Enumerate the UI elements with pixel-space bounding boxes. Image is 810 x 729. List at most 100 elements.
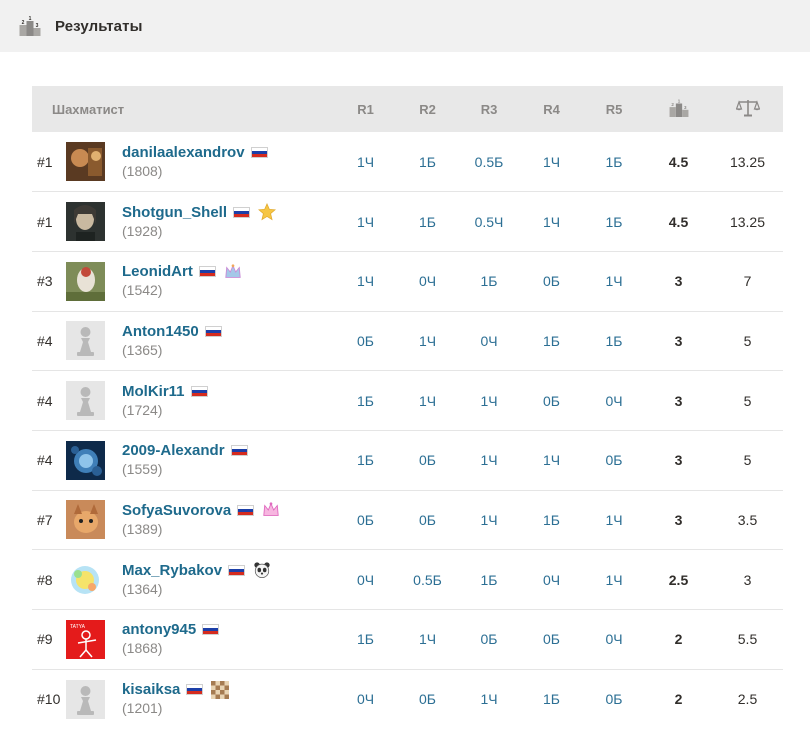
player-cell: 2009-Alexandr (1559) — [66, 430, 334, 490]
round-3-result[interactable]: 0Ч — [458, 311, 520, 371]
round-3-result[interactable]: 1Ч — [458, 490, 520, 550]
round-1-result[interactable]: 1Ч — [334, 192, 397, 252]
column-header-r4[interactable]: R4 — [520, 86, 583, 132]
round-2-result[interactable]: 0Б — [397, 490, 458, 550]
round-4-result[interactable]: 1Б — [520, 669, 583, 729]
round-3-result[interactable]: 0.5Ч — [458, 192, 520, 252]
russia-flag-icon[interactable] — [198, 266, 216, 278]
round-2-result[interactable]: 1Ч — [397, 610, 458, 670]
player-name-link[interactable]: Max_Rybakov — [122, 561, 222, 580]
tiebreak-score: 2.5 — [737, 691, 758, 708]
crown-icon[interactable] — [224, 263, 242, 281]
round-3-result[interactable]: 1Ч — [458, 669, 520, 729]
table-row: #7 SofyaSuvorova (1389) 0Б 0Б 1Ч 1Б 1Ч 3 3.5 — [32, 490, 783, 550]
player-name-link[interactable]: LeonidArt — [122, 262, 193, 281]
player-name-link[interactable]: antony945 — [122, 620, 196, 639]
russia-flag-icon[interactable] — [233, 206, 250, 218]
russia-flag-icon[interactable] — [230, 445, 248, 457]
round-4-result[interactable]: 1Ч — [520, 132, 583, 192]
round-5-result[interactable]: 0Б — [583, 430, 645, 490]
russia-flag-icon[interactable] — [250, 146, 268, 158]
column-header-score[interactable]: 1 2 3 — [645, 86, 712, 132]
pawn-avatar[interactable] — [66, 381, 105, 421]
pawn-avatar[interactable] — [66, 679, 105, 719]
round-1-result[interactable]: 1Б — [334, 371, 397, 431]
round-2-result[interactable]: 0.5Б — [397, 550, 458, 610]
column-header-r3[interactable]: R3 — [458, 86, 520, 132]
round-3-result[interactable]: 0Б — [458, 610, 520, 670]
player-name-link[interactable]: danilaalexandrov — [122, 143, 245, 162]
round-5-result[interactable]: 0Б — [583, 669, 645, 729]
round-5-result[interactable]: 1Ч — [583, 550, 645, 610]
round-1-result[interactable]: 1Б — [334, 430, 397, 490]
round-1-result[interactable]: 0Б — [334, 490, 397, 550]
photo-avatar[interactable] — [66, 440, 105, 480]
russia-flag-icon[interactable] — [186, 684, 204, 696]
column-header-r5[interactable]: R5 — [583, 86, 645, 132]
round-3-result[interactable]: 1Ч — [458, 430, 520, 490]
round-4-result[interactable]: 0Б — [520, 610, 583, 670]
player-name-link[interactable]: SofyaSuvorova — [122, 501, 231, 520]
svg-text:3: 3 — [36, 23, 39, 29]
round-5-result[interactable]: 1Ч — [583, 490, 645, 550]
round-1-result[interactable]: 1Б — [334, 610, 397, 670]
round-4-result[interactable]: 0Ч — [520, 550, 583, 610]
player-name-link[interactable]: MolKir11 — [122, 382, 185, 401]
panda-icon[interactable] — [253, 561, 271, 579]
round-2-result[interactable]: 1Ч — [397, 311, 458, 371]
russia-flag-icon[interactable] — [202, 624, 220, 636]
round-4-result[interactable]: 0Б — [520, 251, 583, 311]
column-header-r1[interactable]: R1 — [334, 86, 397, 132]
chessboard-icon[interactable] — [211, 680, 230, 699]
round-5-result[interactable]: 1Б — [583, 311, 645, 371]
round-2-result[interactable]: 1Б — [397, 132, 458, 192]
photo-avatar[interactable]: TATYA — [66, 619, 105, 659]
column-header-r2[interactable]: R2 — [397, 86, 458, 132]
player-name-link[interactable]: Anton1450 — [122, 322, 199, 341]
table-row: #4 Anton1450 (1365) 0Б 1Ч 0Ч 1Б 1Б 3 5 — [32, 311, 783, 371]
photo-avatar[interactable] — [66, 500, 105, 540]
total-score: 4.5 — [668, 213, 689, 230]
round-5-result[interactable]: 1Б — [583, 132, 645, 192]
round-4-result[interactable]: 0Б — [520, 371, 583, 431]
photo-avatar[interactable] — [66, 202, 105, 242]
round-4-result[interactable]: 1Б — [520, 311, 583, 371]
round-2-result[interactable]: 0Ч — [397, 251, 458, 311]
round-2-result[interactable]: 0Б — [397, 430, 458, 490]
round-3-result[interactable]: 1Б — [458, 550, 520, 610]
total-score: 3 — [674, 452, 683, 469]
round-5-result[interactable]: 1Ч — [583, 251, 645, 311]
player-name-link[interactable]: Shotgun_Shell — [122, 203, 227, 222]
photo-avatar[interactable] — [66, 142, 105, 182]
russia-flag-icon[interactable] — [237, 504, 255, 516]
round-4-result[interactable]: 1Б — [520, 490, 583, 550]
column-header-tiebreak[interactable] — [712, 86, 783, 132]
player-name-link[interactable]: 2009-Alexandr — [122, 441, 225, 460]
round-4-result[interactable]: 1Ч — [520, 430, 583, 490]
round-1-result[interactable]: 0Ч — [334, 550, 397, 610]
round-2-result[interactable]: 1Б — [397, 192, 458, 252]
round-3-result[interactable]: 0.5Б — [458, 132, 520, 192]
column-header-player[interactable]: Шахматист — [32, 86, 334, 132]
star-icon[interactable] — [258, 203, 276, 221]
russia-flag-icon[interactable] — [190, 385, 208, 397]
round-5-result[interactable]: 0Ч — [583, 371, 645, 431]
crown-pink-icon[interactable] — [262, 501, 280, 519]
round-4-result[interactable]: 1Ч — [520, 192, 583, 252]
round-2-result[interactable]: 0Б — [397, 669, 458, 729]
round-3-result[interactable]: 1Ч — [458, 371, 520, 431]
round-1-result[interactable]: 1Ч — [334, 132, 397, 192]
photo-avatar[interactable] — [66, 261, 105, 301]
player-name-link[interactable]: kisaiksa — [122, 680, 180, 699]
russia-flag-icon[interactable] — [204, 325, 222, 337]
round-5-result[interactable]: 1Б — [583, 192, 645, 252]
round-3-result[interactable]: 1Б — [458, 251, 520, 311]
round-1-result[interactable]: 0Б — [334, 311, 397, 371]
round-1-result[interactable]: 0Ч — [334, 669, 397, 729]
round-5-result[interactable]: 0Ч — [583, 610, 645, 670]
russia-flag-icon[interactable] — [228, 564, 246, 576]
round-2-result[interactable]: 1Ч — [397, 371, 458, 431]
pawn-avatar[interactable] — [66, 321, 105, 361]
round-1-result[interactable]: 1Ч — [334, 251, 397, 311]
photo-avatar[interactable] — [66, 560, 105, 600]
